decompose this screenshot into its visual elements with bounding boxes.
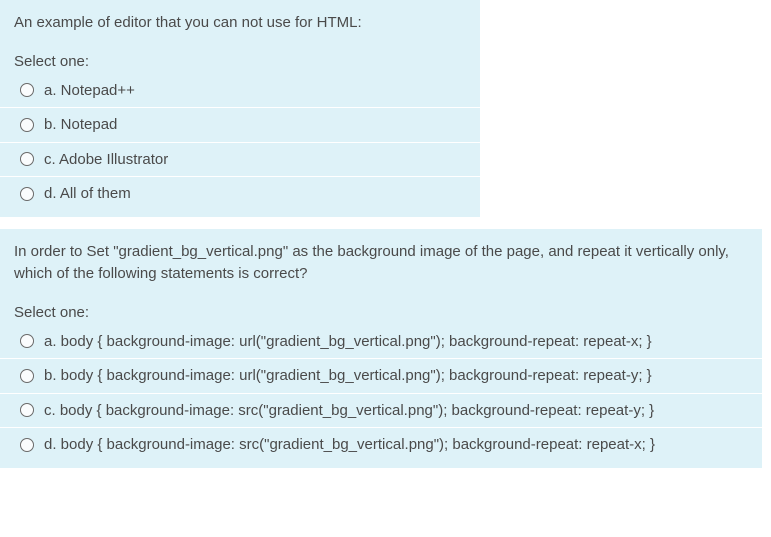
option-label: b. Notepad: [44, 115, 117, 135]
option-row[interactable]: a. Notepad++: [0, 74, 480, 109]
radio-icon[interactable]: [20, 403, 34, 417]
options-list: a. Notepad++ b. Notepad c. Adobe Illustr…: [0, 74, 480, 217]
option-label: a. body { background-image: url("gradien…: [44, 332, 652, 352]
radio-icon[interactable]: [20, 83, 34, 97]
radio-icon[interactable]: [20, 187, 34, 201]
option-label: c. Adobe Illustrator: [44, 150, 168, 170]
option-row[interactable]: d. body { background-image: src("gradien…: [0, 428, 762, 462]
radio-icon[interactable]: [20, 334, 34, 348]
radio-icon[interactable]: [20, 438, 34, 452]
option-label: a. Notepad++: [44, 81, 135, 101]
option-row[interactable]: a. body { background-image: url("gradien…: [0, 325, 762, 360]
radio-icon[interactable]: [20, 152, 34, 166]
question-block-2: In order to Set "gradient_bg_vertical.pn…: [0, 229, 762, 468]
option-row[interactable]: b. Notepad: [0, 108, 480, 143]
question-text: In order to Set "gradient_bg_vertical.pn…: [0, 229, 762, 296]
option-row[interactable]: d. All of them: [0, 177, 480, 211]
option-label: d. All of them: [44, 184, 131, 204]
select-prompt: Select one:: [0, 296, 762, 325]
option-label: d. body { background-image: src("gradien…: [44, 435, 655, 455]
question-text: An example of editor that you can not us…: [0, 0, 480, 45]
option-row[interactable]: c. body { background-image: src("gradien…: [0, 394, 762, 429]
question-block-1: An example of editor that you can not us…: [0, 0, 480, 217]
option-label: c. body { background-image: src("gradien…: [44, 401, 654, 421]
option-label: b. body { background-image: url("gradien…: [44, 366, 652, 386]
options-list: a. body { background-image: url("gradien…: [0, 325, 762, 468]
option-row[interactable]: b. body { background-image: url("gradien…: [0, 359, 762, 394]
select-prompt: Select one:: [0, 45, 480, 74]
radio-icon[interactable]: [20, 369, 34, 383]
radio-icon[interactable]: [20, 118, 34, 132]
option-row[interactable]: c. Adobe Illustrator: [0, 143, 480, 178]
